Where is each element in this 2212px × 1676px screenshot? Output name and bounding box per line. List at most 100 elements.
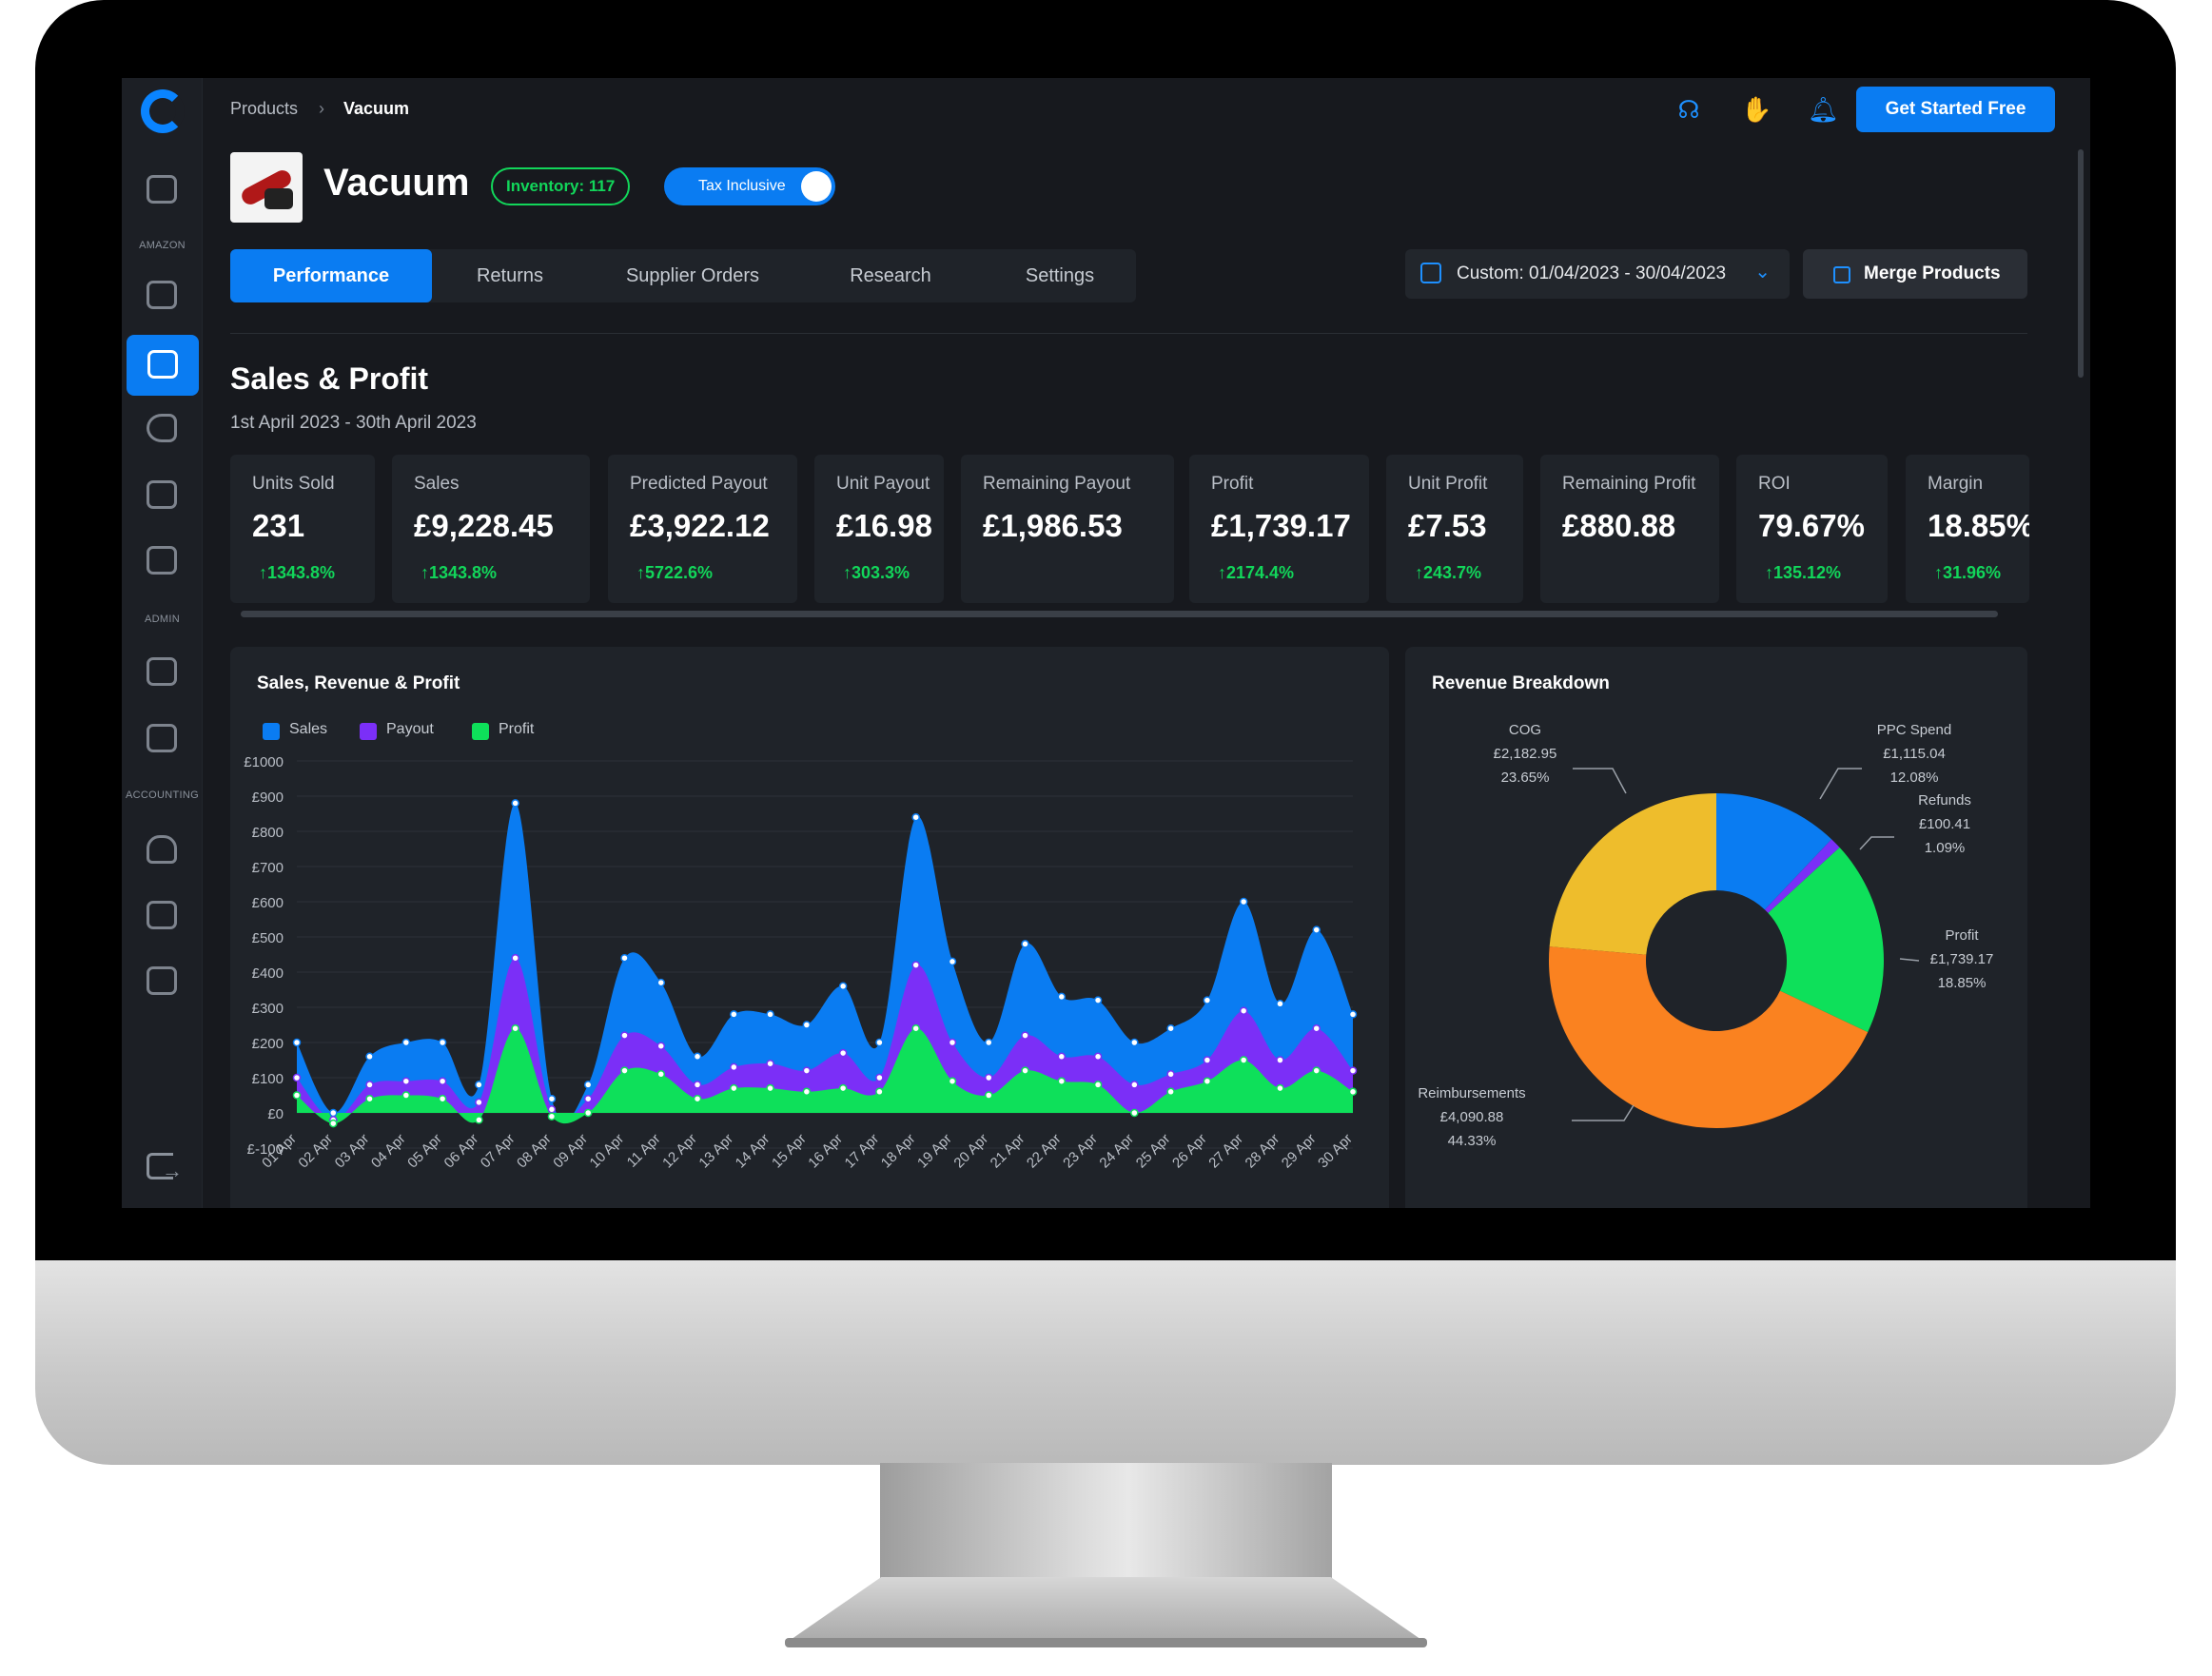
arrow-up-icon: ↑ — [636, 563, 645, 582]
reviews-icon[interactable] — [147, 546, 177, 575]
data-point — [875, 1038, 884, 1047]
data-point — [1203, 1056, 1212, 1064]
arrow-up-icon: ↑ — [1934, 563, 1943, 582]
data-point — [1348, 1066, 1358, 1075]
data-point — [911, 961, 920, 969]
dashboard-icon[interactable] — [147, 175, 177, 204]
kpi-change-value: 1343.8% — [267, 563, 336, 582]
merge-products-button[interactable]: Merge Products — [1803, 249, 2027, 299]
sales-chart-panel: Sales, Revenue & Profit Sales Payout Pro… — [230, 647, 1389, 1208]
kpi-label: Margin — [1928, 474, 1984, 494]
kpi-change: ↑135.12% — [1765, 563, 1841, 583]
data-point — [802, 1087, 812, 1097]
x-tick-label: 29 Apr — [1279, 1131, 1320, 1172]
tab-settings[interactable]: Settings — [984, 249, 1136, 302]
store-icon[interactable] — [147, 835, 177, 864]
wallet-icon[interactable] — [147, 966, 177, 995]
inventory-badge: Inventory: 117 — [491, 167, 631, 205]
kpi-change: ↑2174.4% — [1218, 563, 1294, 583]
date-range-value: Custom: 01/04/2023 - 30/04/2023 — [1457, 263, 1727, 283]
data-point — [766, 1010, 774, 1019]
product-thumbnail — [230, 152, 303, 223]
donut-label-name: Reimbursements — [1418, 1085, 1525, 1101]
tab-performance[interactable]: Performance — [230, 249, 432, 302]
data-point — [838, 1083, 848, 1093]
support-icon[interactable]: ☊ — [1674, 95, 1703, 124]
tab-supplier-orders[interactable]: Supplier Orders — [588, 249, 797, 302]
data-point — [329, 1108, 338, 1118]
donut-label-value: £1,115.04 — [1883, 746, 1946, 762]
x-tick-label: 02 Apr — [295, 1131, 336, 1172]
donut-leader-line — [1572, 1104, 1635, 1121]
kpi-card: Remaining Payout £1,986.53 — [961, 455, 1174, 603]
x-tick-label: 30 Apr — [1315, 1131, 1356, 1172]
megaphone-icon[interactable] — [147, 414, 177, 442]
data-point — [1130, 1038, 1139, 1047]
bell-icon[interactable]: 🔔︎ — [1808, 95, 1839, 124]
data-point — [365, 1052, 374, 1062]
data-point — [365, 1094, 374, 1103]
revenue-donut-chart: COG £2,182.95 23.65% PPC Spend £1,115.04 12.0… — [1418, 722, 1993, 1149]
data-point — [766, 1083, 774, 1093]
merge-icon — [1833, 266, 1850, 283]
get-started-button[interactable]: Get Started Free — [1856, 87, 2055, 132]
kpi-change: ↑31.96% — [1934, 563, 2001, 583]
x-tick-label: 07 Apr — [478, 1131, 519, 1172]
kpi-label: Unit Profit — [1408, 474, 1488, 494]
data-point — [620, 953, 629, 963]
x-tick-label: 09 Apr — [550, 1131, 591, 1172]
section-title: Sales & Profit — [230, 361, 429, 396]
data-point — [1093, 1081, 1103, 1089]
donut-leader-line — [1819, 768, 1862, 800]
page-scrollbar[interactable] — [2078, 149, 2084, 378]
monitor-chin — [35, 1260, 2176, 1465]
analytics-icon[interactable] — [147, 281, 177, 309]
kpi-change-value: 1343.8% — [429, 563, 498, 582]
kpi-change-value: 303.3% — [852, 563, 910, 582]
donut-label-percent: 23.65% — [1501, 770, 1550, 786]
data-point — [438, 1094, 447, 1103]
data-point — [730, 1083, 738, 1093]
donut-leader-line — [1859, 836, 1894, 850]
x-tick-label: 14 Apr — [733, 1131, 773, 1172]
section-subtitle: 1st April 2023 - 30th April 2023 — [230, 413, 477, 433]
kpi-card: Sales £9,228.45 ↑1343.8% — [392, 455, 590, 603]
app-screen: AMAZON ADMIN ACCOUNTING → Products › Vac… — [122, 78, 2090, 1208]
repricer-icon[interactable] — [147, 480, 177, 509]
kpi-value: 18.85% — [1928, 508, 2029, 543]
donut-label-name: Refunds — [1918, 792, 1971, 809]
sidebar-item-products[interactable] — [127, 335, 199, 396]
shipments-icon[interactable] — [147, 657, 177, 686]
x-tick-label: 05 Apr — [404, 1131, 445, 1172]
data-point — [802, 1066, 812, 1075]
orders-icon[interactable] — [147, 724, 177, 752]
y-tick-label: £400 — [252, 965, 284, 982]
toggle-knob — [801, 171, 832, 202]
data-point — [1276, 1056, 1284, 1064]
wave-icon[interactable]: ✋ — [1741, 95, 1772, 124]
tab-research[interactable]: Research — [797, 249, 984, 302]
data-point — [1276, 1000, 1284, 1008]
y-tick-label: £500 — [252, 930, 284, 946]
x-tick-label: 17 Apr — [842, 1131, 883, 1172]
date-range-picker[interactable]: Custom: 01/04/2023 - 30/04/2023 ⌄ — [1405, 249, 1790, 299]
x-tick-label: 15 Apr — [769, 1131, 810, 1172]
y-tick-label: £200 — [252, 1036, 284, 1052]
breadcrumb-products[interactable]: Products — [230, 99, 298, 119]
kpi-change-value: 5722.6% — [645, 563, 714, 582]
app-logo[interactable] — [141, 89, 185, 133]
tax-inclusive-toggle[interactable]: Tax Inclusive — [664, 167, 835, 205]
tab-returns[interactable]: Returns — [432, 249, 588, 302]
data-point — [547, 1094, 557, 1103]
donut-label-name: PPC Spend — [1877, 722, 1951, 738]
kpi-scrollbar[interactable] — [241, 611, 1998, 617]
data-point — [1312, 1066, 1321, 1075]
donut-leader-line — [1899, 958, 1920, 962]
kpi-label: Remaining Payout — [983, 474, 1131, 494]
reports-icon[interactable] — [147, 901, 177, 929]
kpi-change-value: 2174.4% — [1226, 563, 1295, 582]
tax-inclusive-label: Tax Inclusive — [698, 178, 786, 194]
sales-area-chart: £-100£0£100£200£300£400£500£600£700£800£… — [244, 754, 1358, 1172]
data-point — [365, 1081, 374, 1089]
kpi-change-value: 135.12% — [1773, 563, 1842, 582]
